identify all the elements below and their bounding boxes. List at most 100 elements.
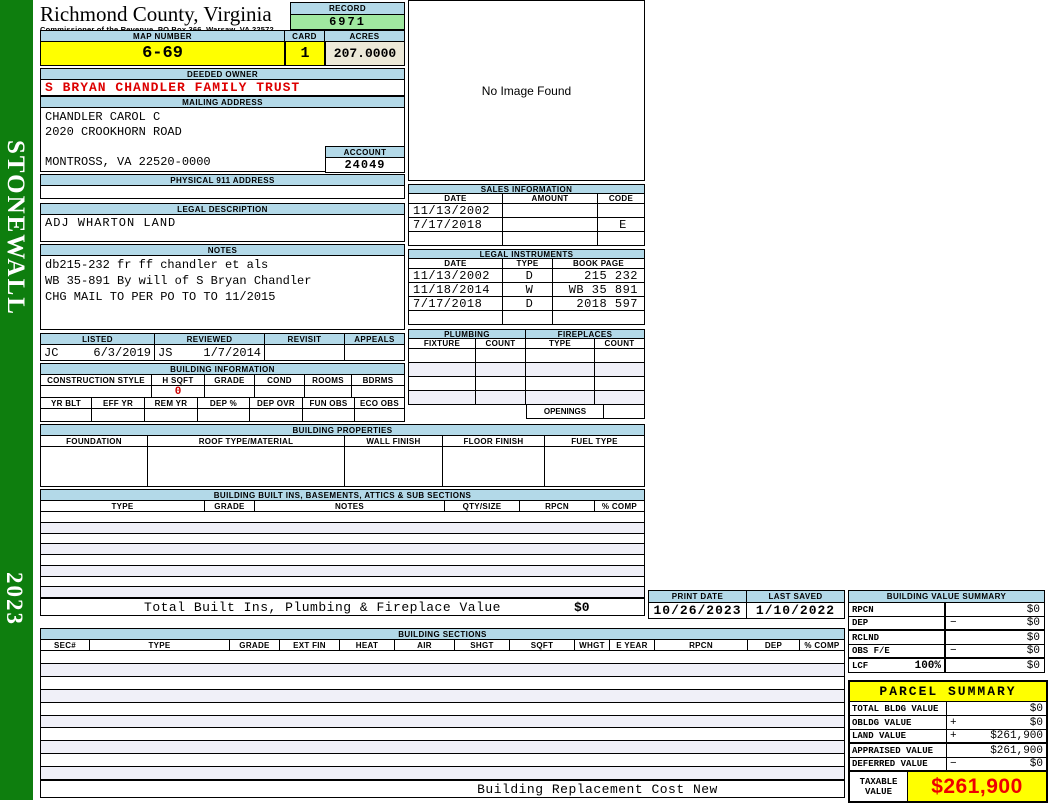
listed-by: JC <box>44 345 59 360</box>
instr-bookpage-label: BOOK PAGE <box>553 259 645 269</box>
deeded-owner-label: DEEDED OWNER <box>40 68 405 80</box>
sales-amount <box>503 232 598 246</box>
table-row: RCLND $0 <box>848 631 1045 645</box>
bvs-title: BUILDING VALUE SUMMARY <box>848 590 1045 603</box>
ps-op: − <box>950 758 957 770</box>
table-row <box>41 728 844 742</box>
instruments-headers: DATE TYPE BOOK PAGE <box>408 259 645 269</box>
instr-date <box>408 311 503 325</box>
sales-date: 7/17/2018 <box>408 218 503 232</box>
reviewed-label: REVIEWED <box>155 333 265 345</box>
building-properties-values <box>40 447 645 487</box>
assessment-year: 2023 <box>2 572 27 626</box>
table-row: 11/18/2014 W WB 35 891 <box>408 283 645 297</box>
openings-spacer <box>408 405 526 419</box>
reviewed-by: JS <box>158 345 173 360</box>
record-label: RECORD <box>290 2 405 15</box>
instruments-title: LEGAL INSTRUMENTS <box>408 249 645 259</box>
listed-label: LISTED <box>40 333 155 345</box>
acres-value: 207.0000 <box>325 42 405 66</box>
type-label: TYPE <box>90 640 230 651</box>
instr-date: 11/18/2014 <box>408 283 503 297</box>
built-ins-grade-label: GRADE <box>205 501 255 512</box>
table-row <box>41 689 844 703</box>
visits-values: JC 6/3/2019 JS 1/7/2014 <box>40 345 405 361</box>
building-info-headers-2: YR BLT EFF YR REM YR DEP % DEP OVR FUN O… <box>40 398 405 409</box>
cond-label: COND <box>255 375 305 386</box>
replacement-cost-row: Building Replacement Cost New <box>40 780 845 798</box>
wall-finish-value <box>345 447 443 487</box>
fixture-label: FIXTURE <box>408 339 476 349</box>
county-header: Richmond County, Virginia Commissioner o… <box>40 2 290 34</box>
type-cell <box>526 349 595 363</box>
table-row: OBLDG VALUE + $0 <box>850 716 1046 730</box>
revisit-value <box>265 345 345 361</box>
bvs-value: $0 <box>1026 603 1040 616</box>
mailing-address-label: MAILING ADDRESS <box>40 96 405 108</box>
table-row: DEP − $0 <box>848 617 1045 631</box>
bvs-pct: 100% <box>914 659 941 672</box>
legal-description-label: LEGAL DESCRIPTION <box>40 203 405 215</box>
sales-date-label: DATE <box>408 194 503 204</box>
bvs-value: $0 <box>1026 631 1040 644</box>
fuel-type-value <box>545 447 645 487</box>
instr-type-label: TYPE <box>503 259 553 269</box>
shgt-label: SHGT <box>455 640 510 651</box>
built-ins-total-row: Total Built Ins, Plumbing & Fireplace Va… <box>40 598 645 616</box>
sales-headers: DATE AMOUNT CODE <box>408 194 645 204</box>
yrblt-label: YR BLT <box>40 398 92 409</box>
fixture-cell <box>408 363 476 377</box>
bvs-op: − <box>950 645 957 657</box>
account-box: ACCOUNT 24049 <box>325 146 405 173</box>
hsqft-value: 0 <box>152 386 205 398</box>
count-cell <box>476 363 526 377</box>
district-name: STONEWALL <box>2 140 29 316</box>
table-row <box>41 741 844 755</box>
table-row <box>408 349 645 363</box>
parcel-summary-title: PARCEL SUMMARY <box>850 682 1046 702</box>
ps-op: + <box>950 716 957 729</box>
instr-type <box>503 311 553 325</box>
built-ins-total-value: $0 <box>574 599 590 615</box>
sales-information-table: SALES INFORMATION DATE AMOUNT CODE 11/13… <box>408 184 645 246</box>
whgt-label: WHGT <box>575 640 610 651</box>
roof-label: ROOF TYPE/MATERIAL <box>148 436 345 447</box>
construction-style-label: CONSTRUCTION STYLE <box>40 375 152 386</box>
county-title: Richmond County, Virginia <box>40 2 272 26</box>
bvs-label: OBS F/E <box>852 646 890 656</box>
sales-date <box>408 232 503 246</box>
fireplaces-title: FIREPLACES <box>526 329 645 339</box>
ps-op: + <box>950 730 957 742</box>
bvs-value: $0 <box>1026 659 1040 672</box>
effyr-label: EFF YR <box>92 398 145 409</box>
building-value-summary: BUILDING VALUE SUMMARY RPCN $0 DEP − $0 R… <box>848 590 1045 673</box>
building-sections-headers: SEC# TYPE GRADE EXT FIN HEAT AIR SHGT SQ… <box>40 640 845 651</box>
table-row: APPRAISED VALUE $261,900 <box>850 744 1046 758</box>
table-row <box>41 587 644 598</box>
fixture-cell <box>408 377 476 391</box>
sec-label: SEC# <box>40 640 90 651</box>
dep-label: DEP <box>748 640 800 651</box>
ecoobs-label: ECO OBS <box>355 398 405 409</box>
table-row <box>41 544 644 555</box>
table-row: TOTAL BLDG VALUE $0 <box>850 702 1046 716</box>
print-info-values: 10/26/2023 1/10/2022 <box>648 603 845 619</box>
table-row <box>408 377 645 391</box>
built-ins-notes-label: NOTES <box>255 501 445 512</box>
note-line: db215-232 fr ff chandler et als <box>45 258 269 272</box>
print-info-table: PRINT DATE LAST SAVED 10/26/2023 1/10/20… <box>648 590 845 619</box>
bvs-op: − <box>950 617 957 629</box>
account-value: 24049 <box>325 158 405 173</box>
built-ins-qty-label: QTY/SIZE <box>445 501 520 512</box>
reviewed-value: JS 1/7/2014 <box>155 345 265 361</box>
foundation-label: FOUNDATION <box>40 436 148 447</box>
acres-label: ACRES <box>325 30 405 42</box>
built-ins-empty-rows <box>40 512 645 598</box>
table-row <box>41 715 844 729</box>
table-row: LAND VALUE + $261,900 <box>850 730 1046 744</box>
ps-label: OBLDG VALUE <box>850 716 947 729</box>
property-image-placeholder: No Image Found <box>408 0 645 181</box>
record-value: 6971 <box>290 15 405 30</box>
instr-date: 11/13/2002 <box>408 269 503 283</box>
appeals-value <box>345 345 405 361</box>
